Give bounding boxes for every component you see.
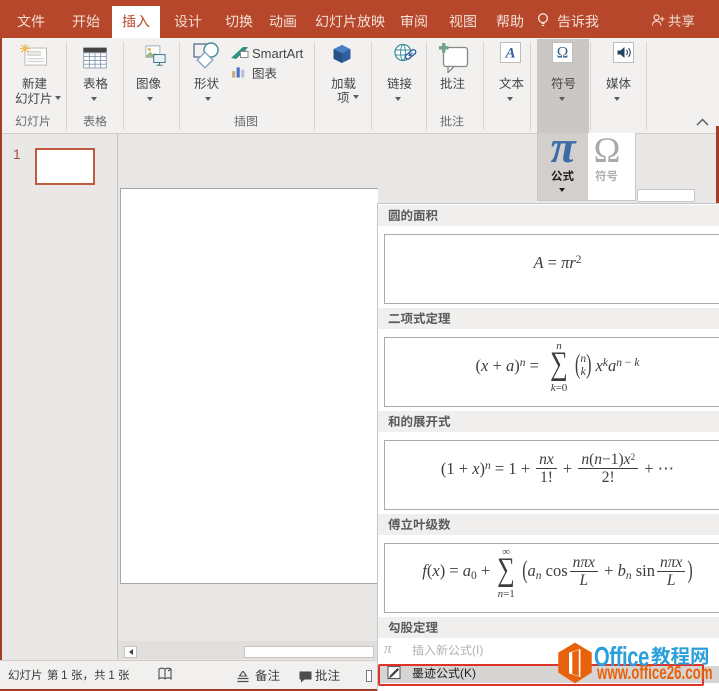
svg-text:A: A — [504, 46, 515, 62]
svg-text:Ω: Ω — [557, 45, 569, 62]
